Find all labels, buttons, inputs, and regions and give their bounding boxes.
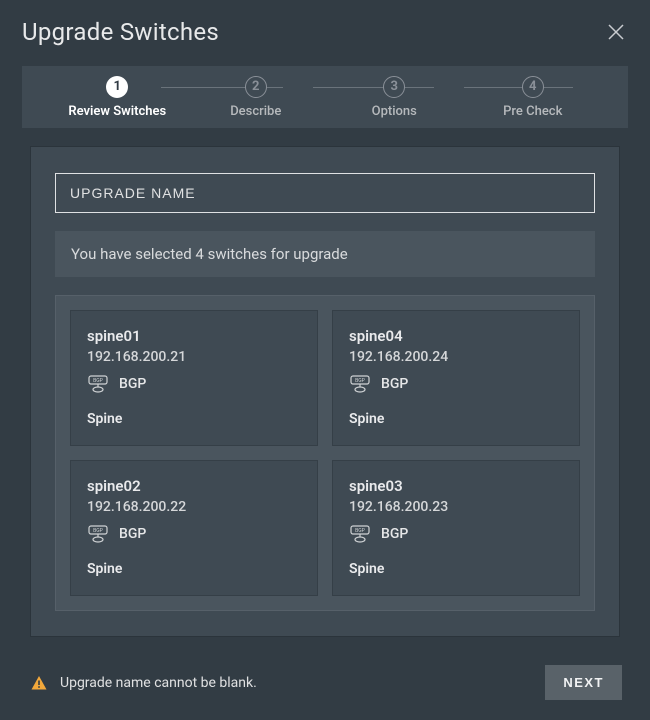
step-label: Review Switches	[68, 104, 166, 119]
switch-ip: 192.168.200.22	[87, 499, 301, 515]
upgrade-switches-modal: Upgrade Switches 1 Review Switches 2 Des…	[0, 0, 650, 720]
step-number: 4	[522, 76, 544, 98]
warning-icon	[30, 674, 48, 692]
protocol-row: BGP BGP	[87, 525, 301, 543]
step-label: Describe	[230, 104, 281, 119]
bgp-icon: BGP	[87, 525, 109, 543]
protocol-label: BGP	[119, 526, 146, 542]
switch-card[interactable]: spine03 192.168.200.23 BGP BGP Spine	[332, 460, 580, 596]
bgp-icon: BGP	[349, 375, 371, 393]
protocol-row: BGP BGP	[349, 525, 563, 543]
step-line	[464, 87, 573, 88]
close-button[interactable]	[604, 20, 628, 44]
switch-ip: 192.168.200.23	[349, 499, 563, 515]
svg-text:BGP: BGP	[93, 378, 103, 384]
switch-card[interactable]: spine02 192.168.200.22 BGP BGP Spine	[70, 460, 318, 596]
bgp-icon: BGP	[87, 375, 109, 393]
switch-role: Spine	[349, 561, 563, 577]
switch-role: Spine	[87, 561, 301, 577]
modal-header: Upgrade Switches	[0, 0, 650, 56]
switch-role: Spine	[349, 411, 563, 427]
switch-name: spine04	[349, 327, 563, 345]
protocol-label: BGP	[381, 526, 408, 542]
step-number: 3	[383, 76, 405, 98]
step-label: Options	[372, 104, 417, 119]
step-pre-check[interactable]: 4 Pre Check	[464, 76, 603, 119]
step-number: 2	[245, 76, 267, 98]
step-line	[313, 87, 434, 88]
protocol-row: BGP BGP	[87, 375, 301, 393]
switch-grid: spine01 192.168.200.21 BGP BGP Spine spi…	[55, 295, 595, 611]
close-icon	[606, 22, 626, 42]
step-options[interactable]: 3 Options	[325, 76, 464, 119]
svg-text:BGP: BGP	[93, 528, 103, 534]
step-review-switches[interactable]: 1 Review Switches	[48, 76, 187, 119]
selection-info-banner: You have selected 4 switches for upgrade	[55, 231, 595, 277]
protocol-label: BGP	[381, 376, 408, 392]
switch-role: Spine	[87, 411, 301, 427]
upgrade-name-input[interactable]	[55, 173, 595, 213]
stepper: 1 Review Switches 2 Describe 3 Options 4…	[22, 66, 628, 128]
switch-card[interactable]: spine04 192.168.200.24 BGP BGP Spine	[332, 310, 580, 446]
step-describe[interactable]: 2 Describe	[187, 76, 326, 119]
modal-title: Upgrade Switches	[22, 18, 219, 46]
svg-text:BGP: BGP	[355, 528, 365, 534]
switch-ip: 192.168.200.24	[349, 349, 563, 365]
protocol-row: BGP BGP	[349, 375, 563, 393]
switch-name: spine02	[87, 477, 301, 495]
modal-footer: Upgrade name cannot be blank. NEXT	[0, 651, 650, 720]
content-panel: You have selected 4 switches for upgrade…	[30, 146, 620, 637]
switch-ip: 192.168.200.21	[87, 349, 301, 365]
step-number: 1	[106, 76, 128, 98]
switch-name: spine01	[87, 327, 301, 345]
warning-text: Upgrade name cannot be blank.	[60, 675, 257, 691]
next-button[interactable]: NEXT	[545, 665, 622, 700]
step-label: Pre Check	[503, 104, 562, 119]
switch-name: spine03	[349, 477, 563, 495]
footer-warning: Upgrade name cannot be blank.	[30, 674, 257, 692]
bgp-icon: BGP	[349, 525, 371, 543]
protocol-label: BGP	[119, 376, 146, 392]
svg-text:BGP: BGP	[355, 378, 365, 384]
switch-card[interactable]: spine01 192.168.200.21 BGP BGP Spine	[70, 310, 318, 446]
